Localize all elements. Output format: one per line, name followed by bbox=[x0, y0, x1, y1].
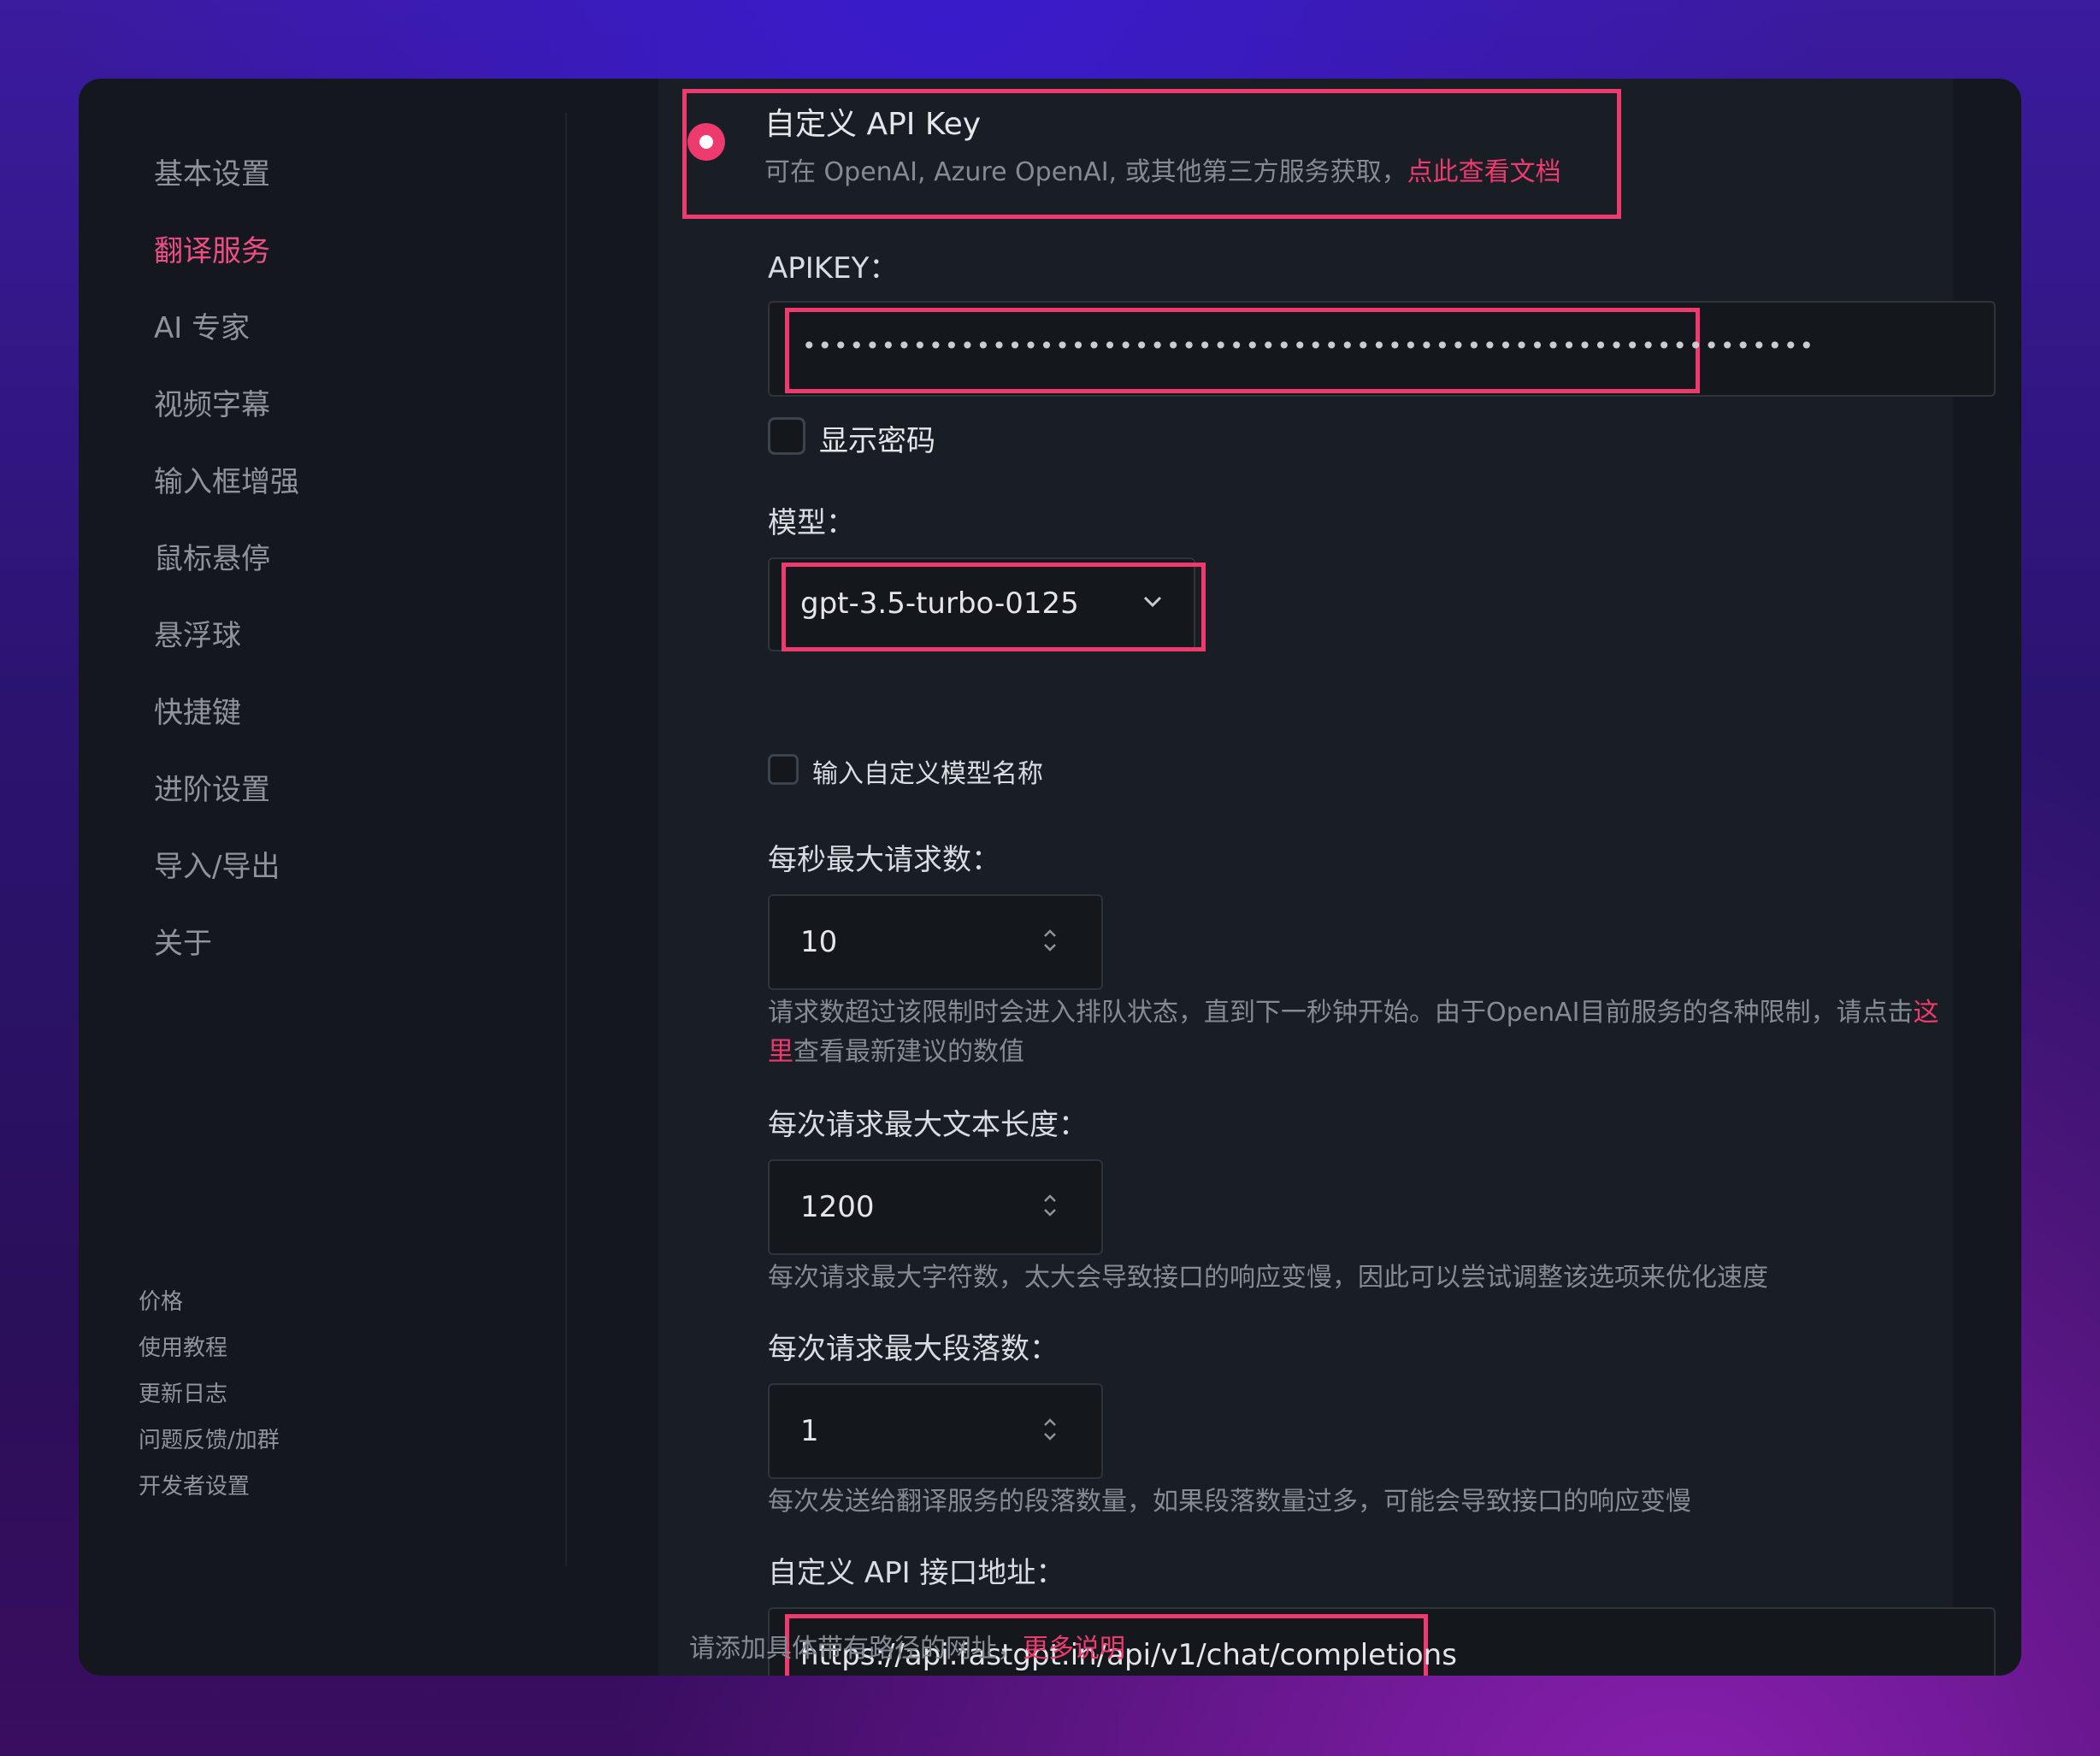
sidebar-item-ai-expert[interactable]: AI 专家 bbox=[154, 304, 250, 346]
sidebar-divider bbox=[565, 113, 567, 1566]
show-password-checkbox[interactable] bbox=[768, 417, 805, 455]
rate-value: 10 bbox=[800, 925, 838, 959]
max-text-value: 1200 bbox=[800, 1190, 875, 1224]
more-info-link[interactable]: 更多说明 bbox=[1023, 1634, 1125, 1664]
max-text-desc: 每次请求最大字符数，太大会导致接口的响应变慢，因此可以尝试调整该选项来优化速度 bbox=[768, 1263, 1768, 1293]
apikey-label: APIKEY： bbox=[768, 251, 899, 286]
custom-key-title: 自定义 API Key bbox=[764, 107, 982, 142]
sidebar-item-advanced[interactable]: 进阶设置 bbox=[154, 766, 270, 808]
rate-desc-line1: 请求数超过该限制时会进入排队状态，直到下一秒钟开始。由于OpenAI目前服务的各… bbox=[768, 993, 1939, 1033]
rate-link-part2[interactable]: 里 bbox=[768, 1037, 793, 1067]
api-url-desc-line: 请添加具体带有路径的网址，更多说明 bbox=[689, 1629, 1125, 1669]
sidebar: 基本设置 翻译服务 AI 专家 视频字幕 输入框增强 鼠标悬停 悬浮球 快捷键 … bbox=[79, 79, 566, 1676]
rate-label: 每秒最大请求数： bbox=[768, 843, 1000, 877]
sidebar-item-video-subtitles[interactable]: 视频字幕 bbox=[154, 381, 270, 423]
custom-key-desc-text: 可在 OpenAI, Azure OpenAI, 或其他第三方服务获取， bbox=[764, 157, 1407, 187]
rate-stepper-icon[interactable] bbox=[1041, 925, 1059, 956]
max-paragraphs-label: 每次请求最大段落数： bbox=[768, 1332, 1059, 1366]
footer-link-changelog[interactable]: 更新日志 bbox=[139, 1376, 227, 1408]
sidebar-item-about[interactable]: 关于 bbox=[154, 920, 212, 962]
custom-key-radio[interactable] bbox=[687, 123, 725, 161]
model-selected-value: gpt-3.5-turbo-0125 bbox=[800, 586, 1079, 621]
footer-link-pricing[interactable]: 价格 bbox=[139, 1284, 183, 1316]
api-url-label: 自定义 API 接口地址： bbox=[768, 1556, 1065, 1590]
model-label: 模型： bbox=[768, 506, 855, 540]
max-text-stepper-icon[interactable] bbox=[1041, 1190, 1059, 1221]
max-text-label: 每次请求最大文本长度： bbox=[768, 1108, 1088, 1142]
translation-service-panel: 自定义 API Key 可在 OpenAI, Azure OpenAI, 或其他… bbox=[658, 79, 1996, 1676]
sidebar-item-floating-ball[interactable]: 悬浮球 bbox=[154, 612, 241, 654]
chevron-down-icon[interactable] bbox=[1142, 593, 1163, 610]
max-paragraphs-desc: 每次发送给翻译服务的段落数量，如果段落数量过多，可能会导致接口的响应变慢 bbox=[768, 1487, 1691, 1517]
sidebar-item-mouse-hover[interactable]: 鼠标悬停 bbox=[154, 535, 270, 577]
sidebar-item-translation-service[interactable]: 翻译服务 bbox=[154, 227, 270, 269]
rate-desc-text: 请求数超过该限制时会进入排队状态，直到下一秒钟开始。由于OpenAI目前服务的各… bbox=[768, 998, 1914, 1028]
rate-link-part1[interactable]: 这 bbox=[1914, 998, 1939, 1028]
view-docs-link[interactable]: 点此查看文档 bbox=[1407, 157, 1561, 187]
custom-model-name-label: 输入自定义模型名称 bbox=[812, 759, 1043, 789]
max-paragraphs-value: 1 bbox=[800, 1414, 819, 1448]
apikey-value: ••••••••••••••••••••••••••••••••••••••••… bbox=[802, 332, 1815, 360]
sidebar-item-import-export[interactable]: 导入/导出 bbox=[154, 843, 280, 885]
show-password-label: 显示密码 bbox=[819, 424, 935, 458]
radio-dot bbox=[699, 135, 713, 149]
settings-window: 基本设置 翻译服务 AI 专家 视频字幕 输入框增强 鼠标悬停 悬浮球 快捷键 … bbox=[79, 79, 2021, 1676]
footer-link-feedback[interactable]: 问题反馈/加群 bbox=[139, 1423, 280, 1454]
sidebar-item-input-enhance[interactable]: 输入框增强 bbox=[154, 458, 299, 500]
sidebar-item-shortcuts[interactable]: 快捷键 bbox=[154, 689, 241, 731]
api-url-desc-text: 请添加具体带有路径的网址， bbox=[689, 1634, 1023, 1664]
max-paragraphs-stepper-icon[interactable] bbox=[1041, 1414, 1059, 1445]
footer-link-developer[interactable]: 开发者设置 bbox=[139, 1469, 250, 1500]
custom-model-name-checkbox[interactable] bbox=[768, 754, 799, 785]
rate-desc-text2: 查看最新建议的数值 bbox=[793, 1037, 1024, 1067]
sidebar-item-basic-settings[interactable]: 基本设置 bbox=[154, 150, 270, 192]
custom-key-desc: 可在 OpenAI, Azure OpenAI, 或其他第三方服务获取，点此查看… bbox=[764, 150, 1561, 188]
footer-link-tutorial[interactable]: 使用教程 bbox=[139, 1330, 227, 1362]
rate-desc-line2: 里查看最新建议的数值 bbox=[768, 1033, 1024, 1072]
